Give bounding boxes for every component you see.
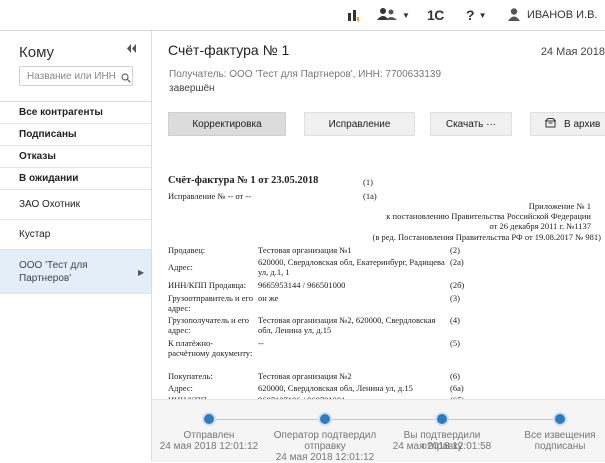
top-bar: ▼ 1С ? ▼ ИВАНОВ И.В.: [0, 0, 605, 31]
appendix-line: к постановлению Правительства Российской…: [386, 211, 591, 221]
sidebar-item-rejected[interactable]: Отказы: [0, 146, 151, 168]
row-number: (6а): [450, 383, 464, 393]
user-name: ИВАНОВ И.В.: [527, 9, 598, 21]
contractor-list: Все контрагенты Подписаны Отказы В ожида…: [0, 101, 151, 294]
people-menu[interactable]: ▼: [376, 0, 410, 30]
document-date: 24 Мая 2018: [540, 46, 605, 58]
correction-line: Исправление № -- от --: [168, 191, 252, 201]
download-button[interactable]: Скачать ···: [430, 112, 512, 136]
chevron-down-icon: ▼: [478, 10, 487, 20]
step-date: 24 мая 2018 12:01:58: [392, 441, 492, 452]
row-label: Продавец:: [168, 245, 206, 255]
row-number: (2): [450, 245, 460, 255]
sidebar-item-label: ООО 'Тест для Партнеров': [19, 259, 88, 284]
row-number: (2б): [450, 280, 465, 290]
search-input[interactable]: [19, 66, 133, 86]
help-label: ?: [466, 7, 475, 23]
timeline-line: [209, 419, 561, 420]
archive-label: В архив: [564, 118, 601, 130]
archive-button[interactable]: В архив: [530, 112, 605, 136]
sidebar-item-contractor[interactable]: Кустар: [0, 220, 151, 250]
row-value: Тестовая организация №2: [258, 371, 352, 381]
step-dot: [202, 412, 216, 426]
document-preview: Счёт-фактура № 1 от 23.05.2018 (1) Испра…: [168, 175, 605, 432]
row-value: Тестовая организация №1: [258, 245, 352, 255]
row-number: (5): [450, 338, 460, 348]
sidebar-item-signed[interactable]: Подписаны: [0, 124, 151, 146]
row-label: Грузоотправитель и его адрес:: [168, 293, 254, 313]
row-number: (6): [450, 371, 460, 381]
archive-icon: [544, 117, 557, 131]
row-label: ИНН/КПП Продавца:: [168, 280, 247, 290]
status-text: завершён: [169, 83, 215, 94]
sidebar-item-all[interactable]: Все контрагенты: [0, 102, 151, 124]
step-dot: [435, 412, 449, 426]
row-value: Тестовая организация №2, 620000, Свердло…: [258, 315, 436, 335]
user-icon: [507, 7, 521, 24]
step-date: 24 мая 2018 12:01:12: [159, 441, 259, 452]
document-heading: Счёт-фактура № 1 от 23.05.2018: [168, 175, 319, 186]
help-menu[interactable]: ? ▼: [466, 0, 486, 30]
appendix-line: Приложение № 1: [528, 201, 591, 211]
row-label: Грузополучатель и его адрес:: [168, 315, 250, 335]
appendix-line: (в ред. Постановления Правительства РФ о…: [372, 232, 601, 242]
row-label: Покупатель:: [168, 371, 213, 381]
row-value: 9665953144 / 966501000: [258, 280, 346, 290]
row-value: 620000, Свердловская обл, Екатеринбург, …: [258, 257, 445, 277]
row-number: (4): [450, 315, 460, 325]
people-icon: [376, 7, 398, 24]
logo-icon[interactable]: [346, 0, 360, 30]
correction-number: (1а): [363, 191, 377, 201]
step-label: Оператор подтвердил отправку: [273, 430, 377, 452]
appendix-line: от 26 декабря 2011 г. №1137: [489, 221, 591, 231]
chevron-down-icon: ▼: [402, 10, 410, 20]
page-title: Счёт-фактура № 1: [168, 42, 290, 58]
sidebar-item-contractor[interactable]: ЗАО Охотник: [0, 190, 151, 220]
step-dot: [553, 412, 567, 426]
row-number: (3): [450, 293, 460, 303]
step-label: Отправлен: [183, 430, 235, 441]
fix-button[interactable]: Исправление: [304, 112, 415, 136]
heading-number: (1): [363, 177, 373, 187]
search-icon[interactable]: [121, 70, 131, 88]
correction-button[interactable]: Корректировка: [168, 112, 286, 136]
row-value: 620000, Свердловская обл, Ленина ул, д.1…: [258, 383, 413, 393]
sidebar-item-pending[interactable]: В ожидании: [0, 168, 151, 190]
sidebar-item-contractor-selected[interactable]: ООО 'Тест для Партнеров' ▶: [0, 250, 151, 294]
step-date: 24 мая 2018 12:01:12: [275, 452, 375, 463]
onec-button[interactable]: 1С: [427, 0, 444, 30]
row-label: Адрес:: [168, 383, 193, 393]
row-value: --: [258, 338, 264, 348]
status-timeline: Отправлен 24 мая 2018 12:01:12 Оператор …: [152, 399, 605, 463]
recipient-info: Получатель: ООО 'Тест для Партнеров', ИН…: [169, 69, 442, 80]
user-menu[interactable]: ИВАНОВ И.В.: [507, 0, 597, 30]
row-number: (2а): [450, 257, 464, 267]
collapse-icon[interactable]: [127, 44, 136, 56]
row-value: он же: [258, 293, 279, 303]
step-dot: [318, 412, 332, 426]
sidebar: Кому Все контрагенты Подписаны Отказы В …: [0, 31, 152, 461]
row-label: Адрес:: [168, 262, 193, 272]
step-label: Все извещения подписаны: [524, 430, 596, 452]
sidebar-title: Кому: [19, 44, 55, 61]
chevron-right-icon: ▶: [138, 268, 145, 277]
row-label: К платёжно-расчётному документу:: [168, 338, 253, 358]
